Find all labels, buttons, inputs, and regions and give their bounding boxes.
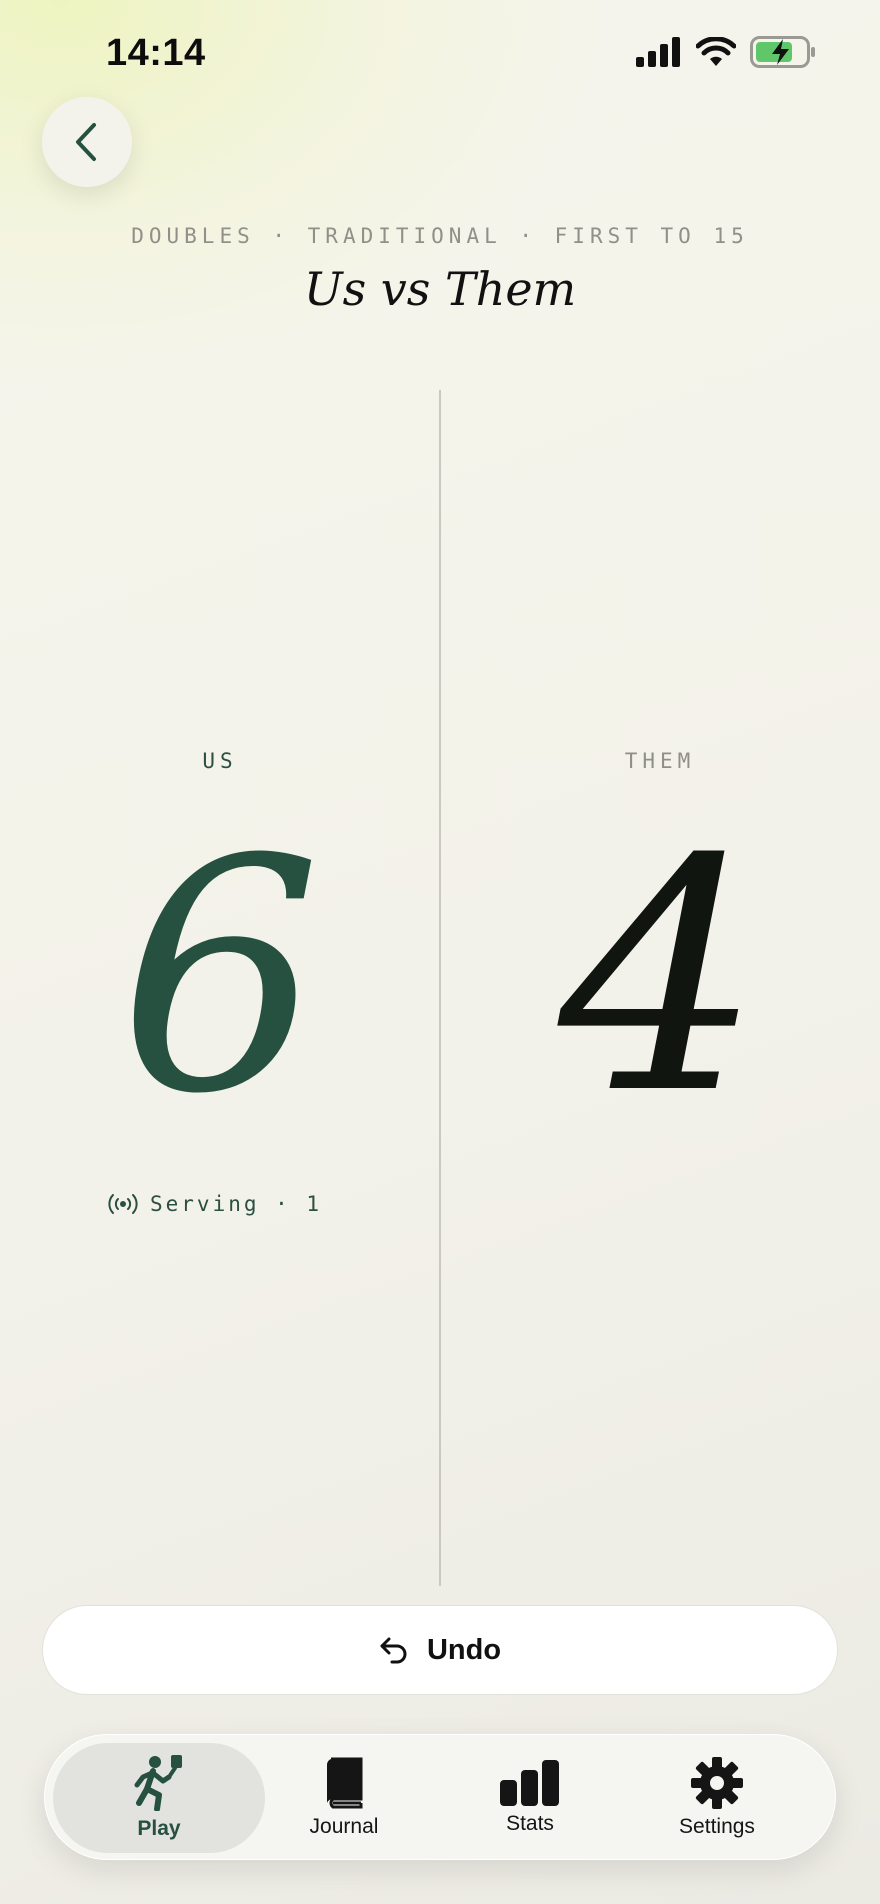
chevron-left-icon xyxy=(76,123,96,161)
tab-journal-label: Journal xyxy=(309,1815,379,1838)
match-title: Us vs Them xyxy=(303,262,577,316)
serving-indicator: Serving · 1 xyxy=(108,1192,322,1216)
team-them-label: THEM xyxy=(624,749,696,773)
bar-chart-icon xyxy=(500,1760,559,1806)
tab-settings[interactable]: Settings xyxy=(611,1743,823,1853)
tab-journal[interactable]: Journal xyxy=(238,1743,450,1853)
undo-button[interactable]: Undo xyxy=(42,1605,838,1695)
tab-stats-label: Stats xyxy=(506,1812,554,1835)
battery-charging-icon xyxy=(750,36,815,68)
tab-stats[interactable]: Stats xyxy=(424,1743,636,1853)
gear-icon xyxy=(691,1757,743,1809)
back-button[interactable] xyxy=(42,97,132,187)
team-them-score: 4 xyxy=(558,792,762,1164)
tab-play-label: Play xyxy=(137,1817,181,1840)
wifi-icon xyxy=(696,37,736,66)
tab-play[interactable]: Play xyxy=(53,1743,265,1853)
status-time: 14:14 xyxy=(106,32,206,74)
pickleball-player-icon xyxy=(134,1755,182,1811)
undo-label: Undo xyxy=(426,1633,502,1666)
tab-bar: Play Journal Stats Settings xyxy=(44,1734,836,1860)
status-icons xyxy=(636,36,816,68)
serving-text: Serving · 1 xyxy=(150,1192,323,1216)
team-us-label: US xyxy=(202,749,238,773)
team-us-score: 6 xyxy=(118,792,322,1164)
undo-arrow-icon xyxy=(380,1637,407,1664)
book-icon xyxy=(326,1757,363,1809)
tab-settings-label: Settings xyxy=(679,1815,755,1838)
broadcast-icon xyxy=(108,1194,138,1214)
status-bar: 14:14 xyxy=(0,0,880,110)
cellular-signal-icon xyxy=(636,37,680,67)
match-format-subtitle: DOUBLES · TRADITIONAL · FIRST TO 15 xyxy=(131,224,749,248)
